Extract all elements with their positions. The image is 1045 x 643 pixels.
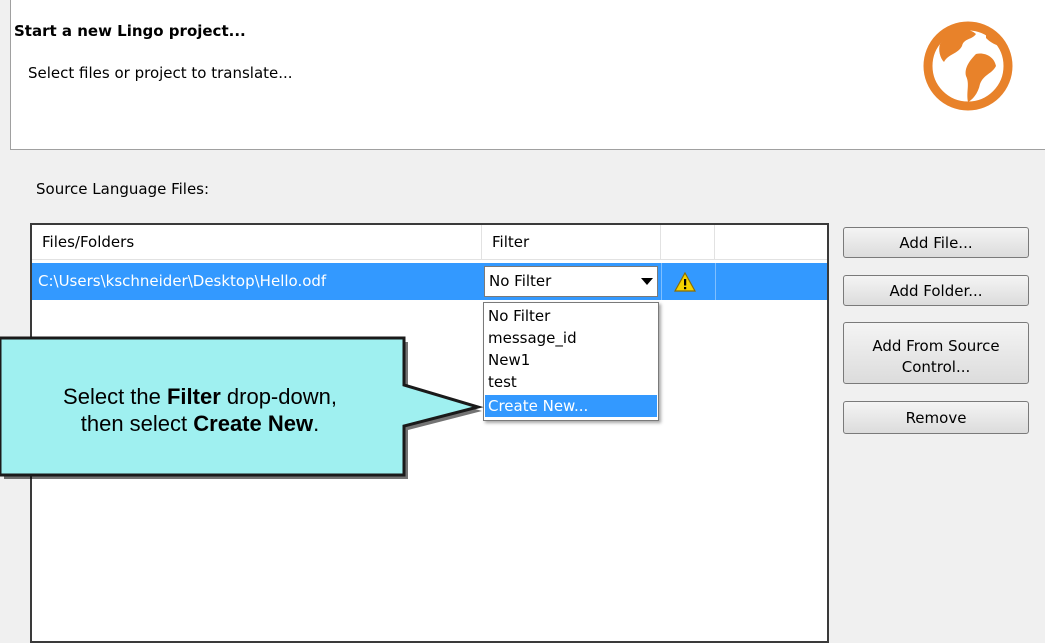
column-filter[interactable]: Filter xyxy=(482,225,661,259)
add-from-source-control-button[interactable]: Add From Source Control... xyxy=(843,322,1029,384)
remove-button[interactable]: Remove xyxy=(843,401,1029,434)
callout-text-part: drop-down, xyxy=(220,384,337,409)
filter-selected-value: No Filter xyxy=(489,272,552,290)
column-files-folders[interactable]: Files/Folders xyxy=(32,225,482,259)
callout-text-part: then select xyxy=(80,411,194,436)
callout-bold-create-new: Create New xyxy=(193,411,314,436)
file-path-cell[interactable]: C:\Users\kschneider\Desktop\Hello.odf xyxy=(38,263,326,300)
chevron-down-icon[interactable] xyxy=(641,278,653,285)
column-status[interactable] xyxy=(661,225,715,259)
filter-dropdown[interactable]: No Filter xyxy=(484,266,658,297)
add-folder-button[interactable]: Add Folder... xyxy=(843,275,1029,306)
globe-icon xyxy=(923,21,1013,111)
wizard-subtitle: Select files or project to translate... xyxy=(28,64,293,82)
callout-text-part: Select the xyxy=(63,384,167,409)
column-divider xyxy=(715,263,716,300)
warning-icon xyxy=(674,272,696,292)
list-header: Files/Folders Filter xyxy=(32,225,827,260)
wizard-title: Start a new Lingo project... xyxy=(14,22,246,40)
button-label-line2: Control... xyxy=(901,357,971,376)
callout-text-part: . xyxy=(313,411,320,436)
button-label-line1: Add From Source xyxy=(872,336,1000,355)
table-row[interactable]: C:\Users\kschneider\Desktop\Hello.odf No… xyxy=(32,263,827,300)
callout-bold-filter: Filter xyxy=(166,384,221,409)
add-file-button[interactable]: Add File... xyxy=(843,227,1029,258)
column-divider xyxy=(661,263,662,300)
source-files-label: Source Language Files: xyxy=(36,180,210,198)
callout-instruction: Select the Filter drop-down, then select… xyxy=(0,383,400,437)
